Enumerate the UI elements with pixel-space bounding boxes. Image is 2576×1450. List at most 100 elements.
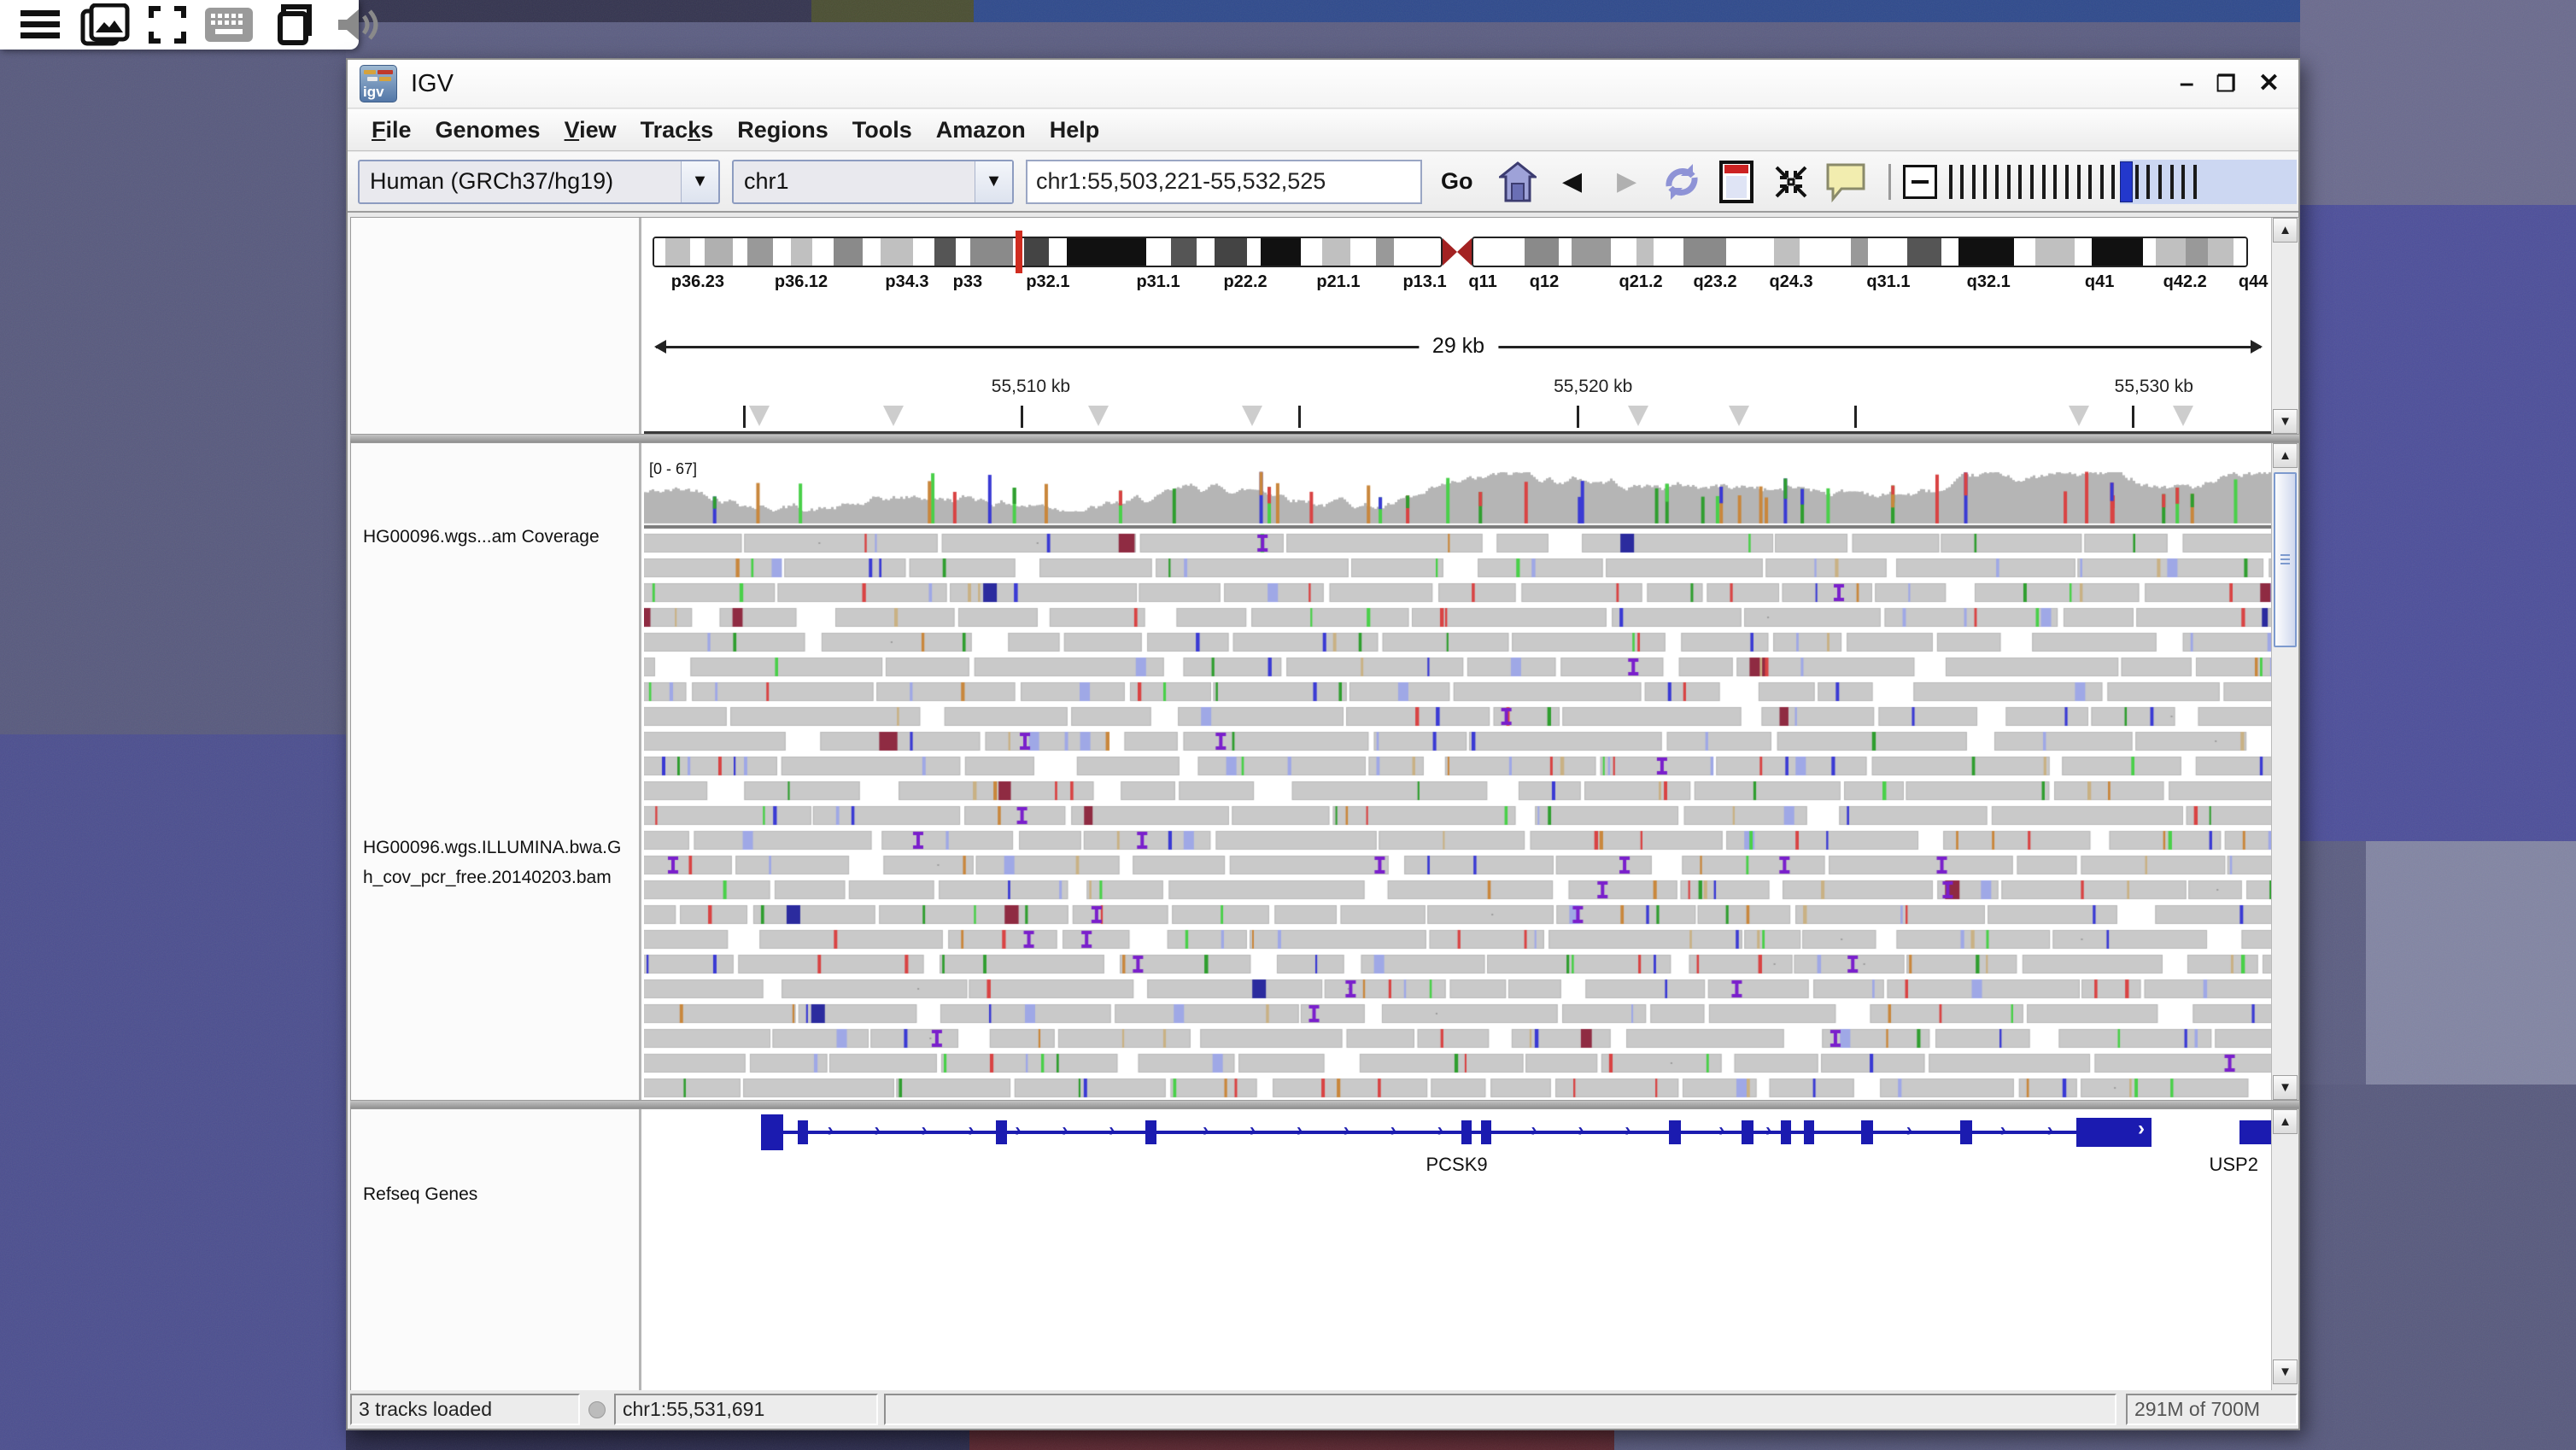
go-button[interactable]: Go <box>1434 165 1480 198</box>
zoom-tick[interactable] <box>2030 165 2034 199</box>
zoom-tick[interactable] <box>1972 165 1976 199</box>
menu-genomes[interactable]: Genomes <box>424 112 553 149</box>
gene-exon[interactable] <box>1781 1120 1791 1144</box>
zoom-tick[interactable] <box>2065 165 2069 199</box>
define-region-button[interactable] <box>1712 158 1760 206</box>
chevron-down-icon[interactable]: ▼ <box>681 161 718 202</box>
gene-exon[interactable] <box>798 1120 808 1144</box>
scroll-up-button[interactable]: ▲ <box>2273 218 2298 243</box>
gene-exon[interactable] <box>1461 1120 1472 1144</box>
ruler-marker-triangle[interactable] <box>1242 406 1262 426</box>
refresh-button[interactable] <box>1658 158 1706 206</box>
gene-exon[interactable] <box>996 1120 1007 1144</box>
menu-icon[interactable] <box>19 8 61 42</box>
zoom-tick-ruler[interactable] <box>1946 158 2298 206</box>
locus-panel-scrollbar[interactable]: ▲ ▼ <box>2271 218 2298 434</box>
ruler-marker-triangle[interactable] <box>883 406 904 426</box>
fullscreen-icon[interactable] <box>149 6 186 44</box>
ideogram-arm[interactable] <box>653 237 1443 267</box>
home-button[interactable] <box>1494 158 1542 206</box>
title-bar[interactable]: igv IGV – ❐ ✕ <box>348 60 2298 108</box>
close-button[interactable]: ✕ <box>2258 71 2280 96</box>
fit-to-window-button[interactable] <box>1767 158 1815 206</box>
zoom-slider[interactable] <box>1903 158 2298 206</box>
chromosome-ideogram[interactable] <box>653 237 2264 267</box>
zoom-tick[interactable] <box>2111 165 2115 199</box>
ruler-marker-triangle[interactable] <box>1729 406 1749 426</box>
screenshot-icon[interactable] <box>80 3 130 46</box>
zoom-tick[interactable] <box>1960 165 1964 199</box>
scroll-up-button[interactable]: ▲ <box>2273 443 2298 468</box>
back-button[interactable]: ◀ <box>1549 158 1596 206</box>
menu-regions[interactable]: Regions <box>725 112 840 149</box>
zoom-tick[interactable] <box>2181 165 2185 199</box>
gene-exon[interactable]: › <box>2076 1118 2152 1147</box>
locus-panel-data-area[interactable]: p36.23p36.12p34.3p33p32.1p31.1p22.2p21.1… <box>644 218 2273 434</box>
zoom-tick[interactable] <box>2146 165 2150 199</box>
scroll-down-button[interactable]: ▼ <box>2273 1359 2298 1384</box>
panel-splitter[interactable] <box>350 435 2299 442</box>
feature-panel-scrollbar[interactable]: ▲ ▼ <box>2271 1109 2298 1390</box>
locus-input[interactable] <box>1026 160 1422 204</box>
gene-exon[interactable] <box>1481 1120 1491 1144</box>
ideogram-arm[interactable] <box>1472 237 2249 267</box>
clipboard-icon[interactable] <box>272 3 316 46</box>
alignment-panel-data-area[interactable]: [0 - 67] <box>644 443 2273 1100</box>
zoom-tick[interactable] <box>2193 165 2197 199</box>
maximize-button[interactable]: ❐ <box>2216 71 2236 96</box>
tooltip-toggle-button[interactable] <box>1822 158 1870 206</box>
zoom-tick[interactable] <box>2042 165 2046 199</box>
scroll-down-button[interactable]: ▼ <box>2273 409 2298 434</box>
menu-view[interactable]: View <box>553 112 629 149</box>
zoom-tick[interactable] <box>2135 165 2139 199</box>
gene-exon[interactable] <box>1960 1120 1972 1144</box>
zoom-tick[interactable] <box>2018 165 2022 199</box>
alignment-reads-canvas[interactable] <box>644 443 2273 1100</box>
scrollbar-thumb[interactable] <box>2274 472 2297 647</box>
chevron-down-icon[interactable]: ▼ <box>975 161 1012 202</box>
chromosome-select[interactable]: chr1 ▼ <box>732 160 1014 204</box>
menu-amazon[interactable]: Amazon <box>924 112 1038 149</box>
menu-tracks[interactable]: Tracks <box>629 112 726 149</box>
gene-exon[interactable] <box>1804 1120 1814 1144</box>
panel-splitter[interactable] <box>350 1101 2299 1108</box>
zoom-tick[interactable] <box>2077 165 2081 199</box>
coverage-track-label[interactable]: HG00096.wgs...am Coverage <box>363 527 600 547</box>
gene-track-label[interactable]: Refseq Genes <box>363 1184 477 1205</box>
zoom-tick[interactable] <box>2158 165 2162 199</box>
menu-file[interactable]: File <box>360 112 424 149</box>
forward-button[interactable]: ▶ <box>1603 158 1651 206</box>
minimize-button[interactable]: – <box>2180 71 2194 96</box>
zoom-tick[interactable] <box>2100 165 2104 199</box>
keyboard-icon[interactable] <box>205 8 253 42</box>
scroll-down-button[interactable]: ▼ <box>2273 1075 2298 1100</box>
menu-help[interactable]: Help <box>1038 112 1112 149</box>
ruler-marker-triangle[interactable] <box>1088 406 1109 426</box>
gene-exon[interactable] <box>1742 1120 1753 1144</box>
zoom-tick[interactable] <box>1949 165 1952 199</box>
ruler-marker-triangle[interactable] <box>1628 406 1648 426</box>
alignment-track-label-line1[interactable]: HG00096.wgs.ILLUMINA.bwa.G <box>363 838 621 858</box>
ruler-marker-triangle[interactable] <box>749 406 770 426</box>
alignment-panel-scrollbar[interactable]: ▲ ▼ <box>2271 443 2298 1100</box>
gene-exon[interactable] <box>1145 1120 1156 1144</box>
scroll-up-button[interactable]: ▲ <box>2273 1109 2298 1134</box>
zoom-tick[interactable] <box>2170 165 2174 199</box>
genome-select[interactable]: Human (GRCh37/hg19) ▼ <box>358 160 720 204</box>
gene-name-label[interactable]: PCSK9 <box>1426 1154 1488 1176</box>
zoom-slider-thumb[interactable] <box>2120 161 2133 202</box>
ruler-marker-triangle[interactable] <box>2069 406 2089 426</box>
gene-exon[interactable] <box>761 1114 783 1150</box>
zoom-out-icon[interactable] <box>1903 165 1937 199</box>
zoom-tick[interactable] <box>1995 165 1999 199</box>
alignment-track-label-line2[interactable]: h_cov_pcr_free.20140203.bam <box>363 868 612 888</box>
gene-name-label[interactable]: USP2 <box>2209 1154 2257 1176</box>
zoom-tick[interactable] <box>2088 165 2092 199</box>
gene-exon[interactable] <box>2239 1120 2273 1144</box>
zoom-tick[interactable] <box>2053 165 2057 199</box>
speaker-icon[interactable] <box>335 6 379 44</box>
menu-tools[interactable]: Tools <box>840 112 924 149</box>
gene-exon[interactable] <box>1861 1120 1873 1144</box>
zoom-tick[interactable] <box>2007 165 2011 199</box>
feature-panel-data-area[interactable]: ››››››››››››››››››››››PCSK9USP2 <box>644 1109 2273 1390</box>
